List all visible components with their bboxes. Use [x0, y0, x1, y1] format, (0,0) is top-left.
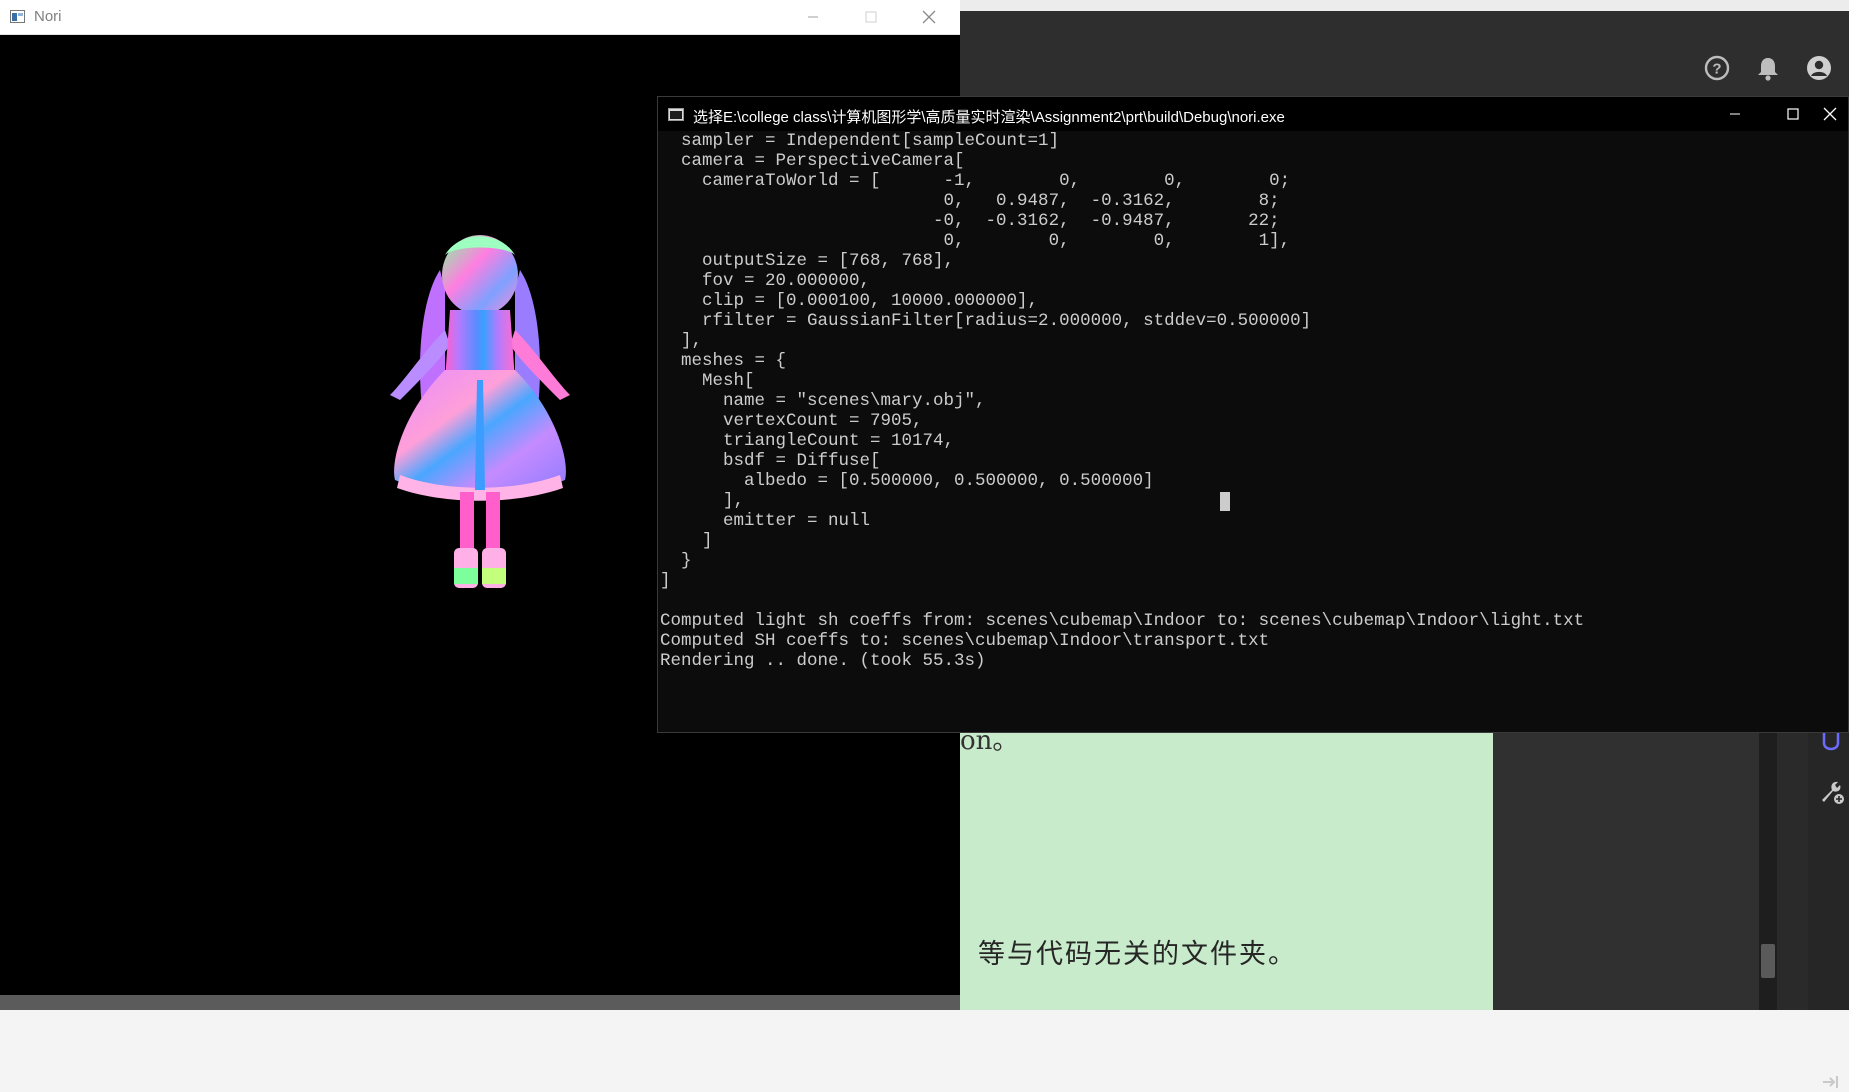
collapse-panel-icon[interactable] — [1820, 1072, 1840, 1092]
background-gutter — [1493, 720, 1759, 1010]
maximize-icon — [1787, 108, 1799, 120]
console-line: bsdf = Diffuse[ — [660, 451, 881, 471]
console-line: albedo = [0.500000, 0.500000, 0.500000] — [660, 471, 1154, 491]
console-line: cameraToWorld = [ -1, 0, 0, 0; — [660, 171, 1291, 191]
console-titlebar[interactable]: 选择E:\college class\计算机图形学\高质量实时渲染\Assign… — [658, 97, 1848, 131]
account-icon[interactable] — [1805, 54, 1833, 82]
notification-bell-icon[interactable] — [1754, 54, 1782, 82]
console-line: fov = 20.000000, — [660, 271, 871, 291]
console-line: triangleCount = 10174, — [660, 431, 955, 451]
console-line: Computed light sh coeffs from: scenes\cu… — [660, 611, 1585, 631]
console-output[interactable]: sampler = Independent[sampleCount=1] cam… — [660, 131, 1840, 731]
console-app-icon — [668, 108, 684, 121]
background-document: on。 等与代码无关的文件夹。 — [960, 720, 1493, 1010]
console-minimize-button[interactable] — [1706, 97, 1764, 131]
console-maximize-button[interactable] — [1764, 97, 1822, 131]
console-line: } — [660, 551, 692, 571]
console-line: rfilter = GaussianFilter[radius=2.000000… — [660, 311, 1312, 331]
console-line: name = "scenes\mary.obj", — [660, 391, 986, 411]
background-scroll-thumb[interactable] — [1761, 944, 1775, 978]
console-line: outputSize = [768, 768], — [660, 251, 955, 271]
minimize-icon — [1730, 113, 1740, 115]
minimize-icon — [808, 16, 818, 18]
maximize-icon — [865, 11, 877, 23]
console-line: 0, 0, 0, 1], — [660, 231, 1291, 251]
nori-window-title: Nori — [34, 8, 62, 25]
console-close-button[interactable] — [1822, 97, 1849, 131]
nori-close-button[interactable] — [900, 0, 958, 34]
console-line: Mesh[ — [660, 371, 755, 391]
console-line: clip = [0.000100, 10000.000000], — [660, 291, 1039, 311]
rendered-mary-figure-image — [390, 235, 570, 588]
console-line: ] — [660, 531, 713, 551]
close-icon — [922, 10, 936, 24]
doc-text-line: 等与代码无关的文件夹。 — [978, 939, 1297, 970]
console-line: meshes = { — [660, 351, 787, 371]
console-line: ] — [660, 571, 671, 591]
svg-text:?: ? — [1712, 61, 1721, 78]
console-line: Computed SH coeffs to: scenes\cubemap\In… — [660, 631, 1270, 651]
nori-maximize-button[interactable] — [842, 0, 900, 34]
console-text-cursor — [1220, 492, 1230, 511]
console-line: 0, 0.9487, -0.3162, 8; — [660, 191, 1280, 211]
console-window[interactable]: 选择E:\college class\计算机图形学\高质量实时渲染\Assign… — [657, 96, 1849, 733]
close-icon — [1823, 107, 1837, 121]
console-line: ], — [660, 491, 745, 511]
console-line: sampler = Independent[sampleCount=1] — [660, 131, 1060, 151]
console-line: camera = PerspectiveCamera[ — [660, 151, 965, 171]
nori-titlebar[interactable]: Nori — [0, 0, 960, 35]
background-top-strip — [960, 0, 1849, 11]
background-header: ? — [960, 11, 1849, 101]
console-line: emitter = null — [660, 511, 871, 531]
wrench-add-icon[interactable] — [1819, 778, 1845, 806]
nori-status-bar — [0, 995, 960, 1010]
console-line: Rendering .. done. (took 55.3s) — [660, 651, 986, 671]
console-line: -0, -0.3162, -0.9487, 22; — [660, 211, 1280, 231]
help-circle-icon[interactable]: ? — [1703, 54, 1731, 82]
console-line: vertexCount = 7905, — [660, 411, 923, 431]
nori-app-icon — [10, 10, 25, 23]
nori-minimize-button[interactable] — [784, 0, 842, 34]
console-line: ], — [660, 331, 703, 351]
console-window-title: 选择E:\college class\计算机图形学\高质量实时渲染\Assign… — [693, 109, 1285, 126]
